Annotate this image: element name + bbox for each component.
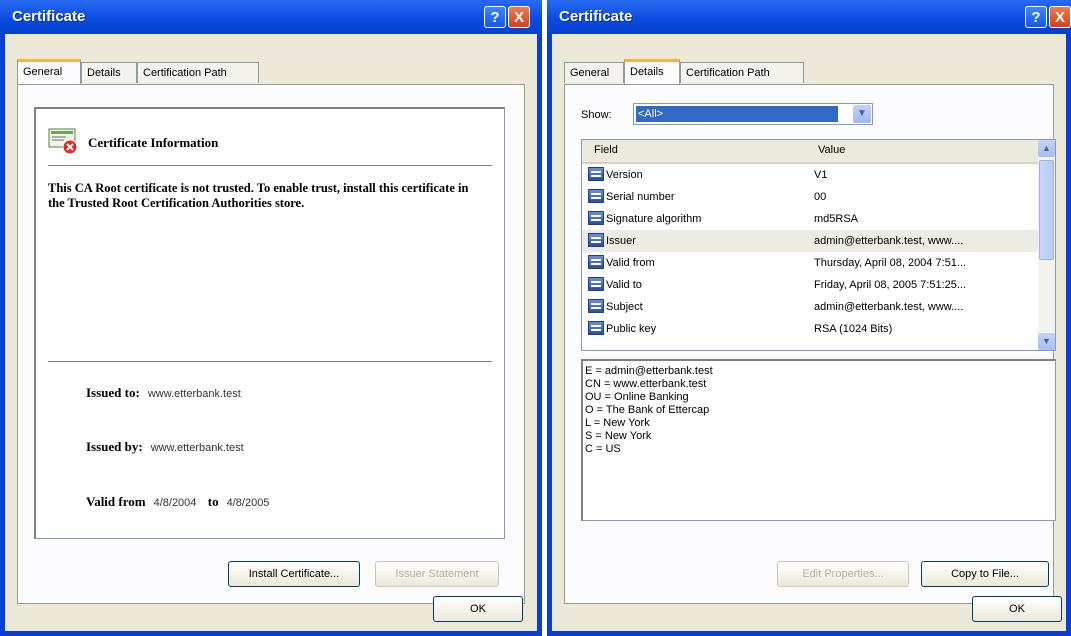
install-certificate-button[interactable]: Install Certificate... (228, 561, 360, 587)
field-value: RSA (1024 Bits) (814, 323, 893, 335)
field-value: Friday, April 08, 2005 7:51:25... (814, 279, 967, 291)
validity-row: Valid from 4/8/2004 to 4/8/2005 (86, 494, 269, 510)
field-value: 00 (814, 191, 827, 203)
tab-details[interactable]: Details (81, 62, 137, 83)
close-button[interactable]: X (1049, 6, 1071, 28)
detail-line: C = US (585, 443, 621, 455)
issued-by-value: www.etterbank.test (150, 442, 244, 454)
field-value: V1 (814, 169, 828, 181)
valid-from-value: 4/8/2004 (153, 497, 197, 509)
field-name: Issuer (606, 235, 636, 247)
issued-to-label: Issued to: (86, 385, 140, 400)
field-icon (588, 189, 604, 203)
field-icon (588, 299, 604, 313)
detail-line: OU = Online Banking (585, 391, 689, 403)
field-icon (588, 277, 604, 291)
divider (48, 165, 492, 167)
field-name: Public key (606, 323, 657, 335)
ok-button[interactable]: OK (972, 596, 1062, 622)
table-row[interactable]: Signature algorithm md5RSA (582, 208, 1039, 230)
table-row[interactable]: Valid from Thursday, April 08, 2004 7:51.… (582, 252, 1039, 274)
field-icon (588, 211, 604, 225)
trust-warning-message: This CA Root certificate is not trusted.… (48, 181, 469, 210)
list-header: Field Value (582, 140, 1039, 164)
scroll-down-icon[interactable]: ▼ (1038, 333, 1055, 350)
detail-line: L = New York (585, 417, 650, 429)
tab-certification-path[interactable]: Certification Path (137, 62, 259, 83)
field-detail-text[interactable]: E = admin@etterbank.test CN = www.etterb… (581, 359, 1056, 521)
close-button[interactable]: X (508, 6, 530, 28)
field-value: md5RSA (814, 213, 859, 225)
detail-line: O = The Bank of Ettercap (585, 404, 710, 416)
show-dropdown-value: <All> (636, 106, 838, 122)
chevron-down-icon[interactable]: ▼ (853, 105, 871, 123)
field-name: Valid to (606, 279, 642, 291)
details-panel: Show: <All> ▼ Field Value Version V1 Seri… (564, 84, 1056, 604)
field-icon (588, 321, 604, 335)
issued-by-label: Issued by: (86, 439, 143, 454)
issued-to-value: www.etterbank.test (147, 388, 241, 400)
table-row[interactable]: Public key RSA (1024 Bits) (582, 318, 1039, 340)
column-header-field[interactable]: Field (594, 144, 618, 156)
field-name: Version (606, 169, 643, 181)
window-title: Certificate (559, 8, 633, 25)
valid-to-value: 4/8/2005 (226, 497, 270, 509)
window-title: Certificate (12, 8, 86, 25)
detail-line: E = admin@etterbank.test (585, 365, 713, 377)
table-row[interactable]: Valid to Friday, April 08, 2005 7:51:25..… (582, 274, 1039, 296)
issued-by-row: Issued by: www.etterbank.test (86, 439, 244, 455)
tab-certification-path[interactable]: Certification Path (680, 62, 804, 83)
detail-line: S = New York (585, 430, 652, 442)
help-button[interactable]: ? (484, 6, 506, 28)
table-row[interactable]: Version V1 (582, 164, 1039, 186)
vertical-scrollbar[interactable]: ▲ ▼ (1038, 140, 1055, 350)
certificate-info-box: Certificate Information This CA Root cer… (34, 107, 505, 539)
title-bar[interactable]: Certificate ? X (547, 0, 1071, 34)
dialog-body: General Details Certification Path Certi… (5, 34, 537, 631)
dialog-body: General Details Certification Path Show:… (552, 34, 1066, 631)
field-value: admin@etterbank.test, www.... (814, 235, 964, 247)
general-panel: Certificate Information This CA Root cer… (17, 84, 525, 604)
field-icon (588, 167, 604, 181)
field-name: Serial number (606, 191, 675, 203)
certificate-info-heading: Certificate Information (88, 135, 219, 150)
title-bar[interactable]: Certificate ? X (0, 0, 542, 34)
table-row[interactable]: Serial number 00 (582, 186, 1039, 208)
field-icon (588, 233, 604, 247)
certificate-untrusted-icon (48, 128, 78, 155)
valid-from-label: Valid from (86, 494, 146, 509)
field-list[interactable]: Field Value Version V1 Serial number 00 Si… (581, 139, 1056, 351)
scroll-up-icon[interactable]: ▲ (1038, 140, 1055, 157)
copy-to-file-button[interactable]: Copy to File... (921, 561, 1049, 587)
certificate-window-general: Certificate ? X General Details Certific… (0, 0, 542, 636)
tab-general[interactable]: General (17, 59, 81, 84)
column-header-value[interactable]: Value (818, 144, 845, 156)
certificate-window-details: Certificate ? X General Details Certific… (547, 0, 1071, 636)
help-button[interactable]: ? (1025, 6, 1047, 28)
table-row[interactable]: Subject admin@etterbank.test, www.... (582, 296, 1039, 318)
field-name: Subject (606, 301, 643, 313)
field-icon (588, 255, 604, 269)
show-dropdown[interactable]: <All> ▼ (633, 103, 873, 125)
show-label: Show: (581, 109, 612, 121)
field-value: Thursday, April 08, 2004 7:51... (814, 257, 967, 269)
detail-line: CN = www.etterbank.test (585, 378, 707, 390)
field-name: Signature algorithm (606, 213, 702, 225)
edit-properties-button[interactable]: Edit Properties... (777, 561, 909, 587)
divider (48, 361, 492, 363)
tab-general[interactable]: General (564, 62, 624, 83)
tab-details[interactable]: Details (624, 59, 680, 84)
valid-to-label: to (207, 494, 219, 509)
issued-to-row: Issued to: www.etterbank.test (86, 385, 241, 401)
field-name: Valid from (606, 257, 655, 269)
issuer-statement-button[interactable]: Issuer Statement (375, 561, 499, 587)
field-value: admin@etterbank.test, www.... (814, 301, 964, 313)
table-row-selected[interactable]: Issuer admin@etterbank.test, www.... (582, 230, 1039, 252)
scrollbar-thumb[interactable] (1039, 160, 1054, 260)
ok-button[interactable]: OK (433, 596, 523, 622)
